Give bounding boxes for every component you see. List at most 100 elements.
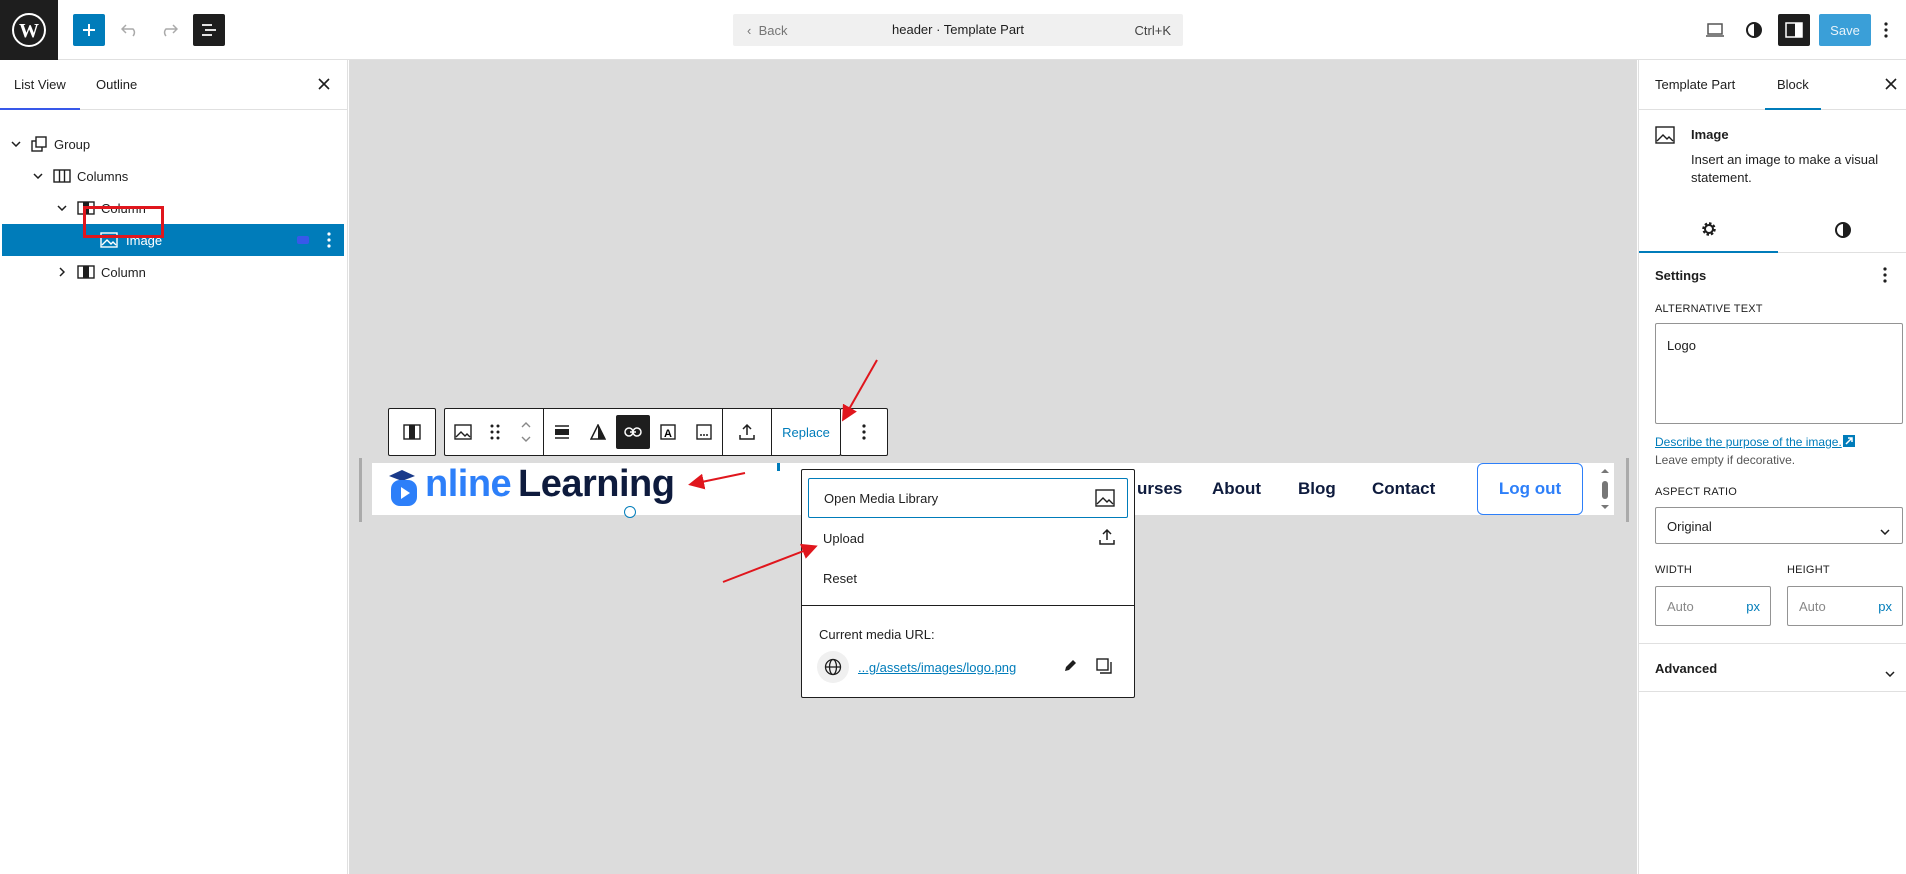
nav-link-blog[interactable]: Blog (1298, 479, 1336, 499)
text-overlay-icon[interactable]: A (650, 409, 686, 455)
height-label: HEIGHT (1787, 564, 1830, 576)
more-options-icon[interactable] (1876, 14, 1896, 46)
link-icon[interactable] (616, 415, 650, 449)
block-name: Image (1691, 127, 1729, 142)
height-input[interactable]: Auto px (1787, 586, 1903, 626)
move-up-down-icon[interactable] (509, 409, 543, 455)
logo-mark-icon[interactable] (386, 467, 424, 507)
aspect-ratio-label: ASPECT RATIO (1655, 486, 1738, 498)
tree-item-group[interactable]: Group (2, 128, 344, 160)
aspect-ratio-select[interactable]: Original (1655, 507, 1903, 544)
block-options-icon[interactable] (320, 231, 338, 249)
chevron-down-icon[interactable] (56, 202, 68, 214)
document-title: header · Template Part (892, 22, 1024, 37)
caption-icon[interactable] (686, 409, 722, 455)
chevron-down-icon (1885, 665, 1895, 680)
replace-media-menu: Open Media Library Upload Reset Current … (801, 469, 1135, 698)
tree-item-column[interactable]: Column (2, 256, 344, 288)
nav-link-courses[interactable]: urses (1137, 479, 1182, 499)
tree-item-columns[interactable]: Columns (2, 160, 344, 192)
more-options-button[interactable] (840, 408, 888, 456)
resize-handle-left[interactable] (359, 458, 362, 522)
current-media-url-link[interactable]: ...g/assets/images/logo.png (858, 660, 1016, 675)
tab-outline[interactable]: Outline (96, 60, 137, 110)
replace-button[interactable]: Replace (772, 409, 840, 455)
settings-tab-gear[interactable] (1639, 207, 1778, 253)
close-icon[interactable] (1884, 77, 1898, 94)
tree-item-image[interactable]: Image (2, 224, 344, 256)
image-icon (1095, 489, 1115, 510)
tree-item-label: Column (101, 264, 146, 280)
redo-icon[interactable] (153, 14, 185, 46)
height-unit[interactable]: px (1878, 599, 1892, 614)
chevron-down-icon[interactable] (10, 138, 22, 150)
save-button[interactable]: Save (1819, 14, 1871, 46)
contrast-icon (1834, 222, 1851, 238)
height-placeholder: Auto (1799, 599, 1826, 614)
scrollbar[interactable] (1600, 467, 1610, 511)
svg-text:A: A (664, 428, 672, 440)
more-options-icon (862, 424, 866, 440)
open-media-library-item[interactable]: Open Media Library (808, 478, 1128, 518)
upload-item[interactable]: Upload (808, 518, 1128, 558)
undo-icon[interactable] (114, 14, 146, 46)
width-unit[interactable]: px (1746, 599, 1760, 614)
settings-tab-styles[interactable] (1778, 207, 1906, 253)
list-view-panel: List View Outline Group Columns Column I… (0, 60, 348, 874)
styles-icon[interactable] (1738, 14, 1770, 46)
top-toolbar: W ‹ Back header · Template Part Ctrl+K S… (0, 0, 1906, 60)
list-view-tabs: List View Outline (0, 60, 347, 110)
resize-handle[interactable] (624, 506, 636, 518)
nav-link-contact[interactable]: Contact (1372, 479, 1435, 499)
menu-item-label: Reset (823, 570, 857, 586)
group-icon (30, 135, 48, 153)
edit-pencil-icon[interactable] (1062, 658, 1078, 677)
chevron-right-icon[interactable] (56, 266, 68, 278)
link-indicator-icon (294, 231, 312, 249)
device-preview-icon[interactable] (1699, 14, 1731, 46)
drag-handle-icon[interactable] (481, 409, 509, 455)
settings-sidebar-toggle-icon[interactable] (1778, 14, 1810, 46)
tree-item-column[interactable]: Column (2, 192, 344, 224)
resize-handle-right[interactable] (1626, 458, 1629, 522)
alt-text-input[interactable]: Logo (1655, 323, 1903, 424)
duotone-filter-icon[interactable] (580, 409, 616, 455)
alt-text-help-link[interactable]: Describe the purpose of the image. (1655, 435, 1842, 449)
menu-divider (802, 605, 1134, 606)
menu-item-label: Open Media Library (824, 490, 939, 506)
close-icon[interactable] (317, 77, 331, 94)
settings-options-icon[interactable] (1883, 267, 1887, 286)
reset-item[interactable]: Reset (808, 558, 1128, 598)
resize-handle-top[interactable] (777, 463, 780, 471)
nav-link-about[interactable]: About (1212, 479, 1261, 499)
width-placeholder: Auto (1667, 599, 1694, 614)
column-icon (403, 424, 421, 440)
advanced-label: Advanced (1655, 661, 1718, 676)
tab-template-part[interactable]: Template Part (1655, 60, 1735, 110)
advanced-section-toggle[interactable]: Advanced (1639, 644, 1906, 692)
command-palette[interactable]: ‹ Back header · Template Part Ctrl+K (733, 14, 1183, 46)
width-input[interactable]: Auto px (1655, 586, 1771, 626)
chevron-down-icon[interactable] (32, 170, 44, 182)
logout-button[interactable]: Log out (1477, 463, 1583, 515)
image-block-icon (1655, 126, 1675, 147)
image-block-icon[interactable] (445, 409, 481, 455)
add-block-button[interactable] (73, 14, 105, 46)
upload-icon[interactable] (723, 409, 771, 455)
block-description: Insert an image to make a visual stateme… (1691, 152, 1879, 185)
select-parent-button[interactable] (388, 408, 436, 456)
logo-text-dark: Learning (518, 463, 675, 505)
wordpress-logo-icon[interactable]: W (0, 0, 58, 60)
tab-block[interactable]: Block (1765, 60, 1821, 110)
chevron-down-icon (1880, 523, 1890, 538)
copy-icon[interactable] (1096, 658, 1112, 677)
external-link-icon[interactable] (1842, 434, 1856, 451)
tab-list-view[interactable]: List View (0, 60, 80, 110)
menu-item-label: Upload (823, 530, 865, 546)
document-overview-icon[interactable] (193, 14, 225, 46)
settings-tabs: Template Part Block (1639, 60, 1906, 110)
column-icon (77, 263, 95, 281)
svg-text:W: W (19, 20, 39, 42)
align-icon[interactable] (544, 409, 580, 455)
annotation-highlight-box (83, 206, 164, 238)
